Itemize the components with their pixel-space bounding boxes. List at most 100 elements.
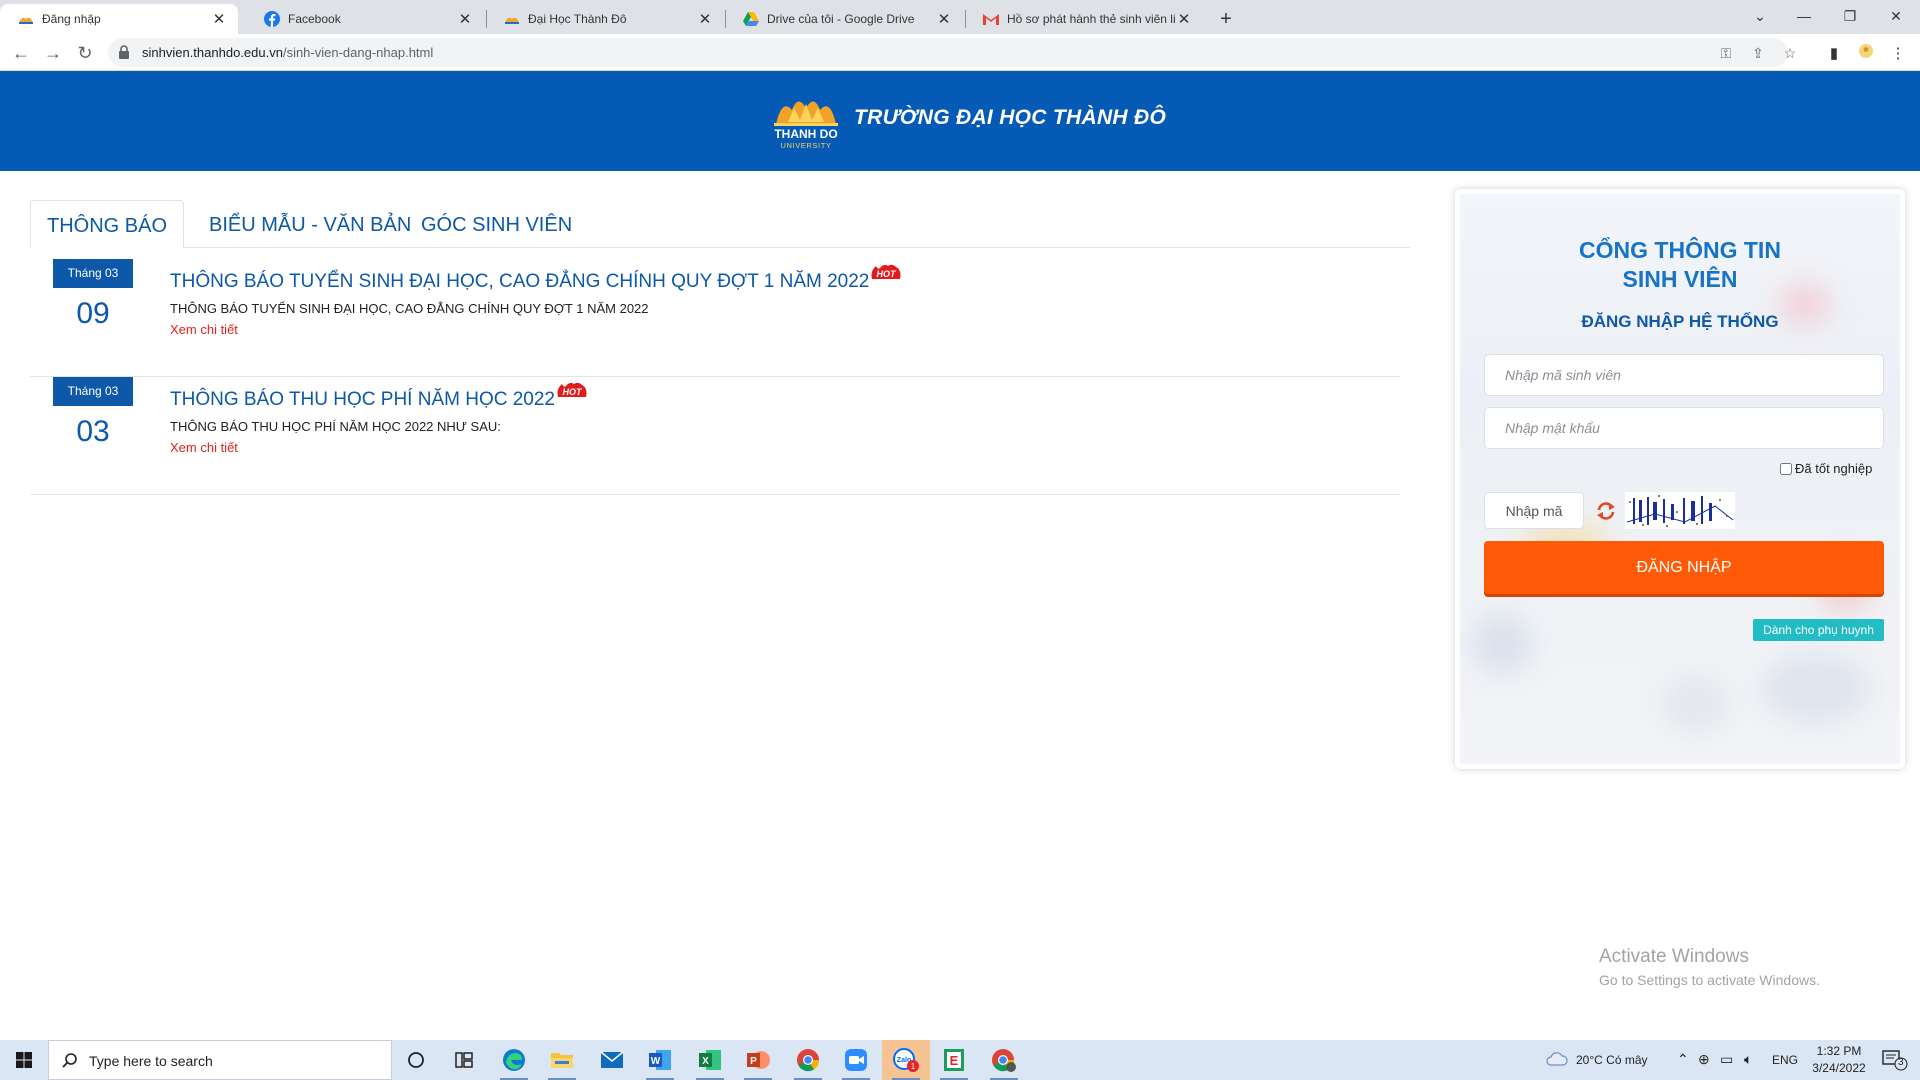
captcha-input[interactable]	[1484, 492, 1584, 529]
activate-windows-watermark: Activate Windows Go to Settings to activ…	[1599, 946, 1820, 988]
search-icon	[62, 1053, 77, 1068]
student-id-input[interactable]	[1484, 354, 1884, 396]
word-icon[interactable]: W	[636, 1040, 684, 1080]
tab-bieu-mau-van-ban[interactable]: BIỂU MẪU - VĂN BẢN	[193, 200, 427, 249]
url-host: sinhvien.thanhdo.edu.vn	[142, 45, 283, 60]
tab-dai-hoc-thanh-do[interactable]: Đại Học Thành Đô ✕	[486, 4, 724, 34]
new-tab-button[interactable]: +	[1214, 7, 1238, 31]
chrome-profile-icon[interactable]	[980, 1040, 1028, 1080]
excel-icon[interactable]: X	[686, 1040, 734, 1080]
share-icon[interactable]: ⇪	[1750, 45, 1766, 61]
close-icon[interactable]: ✕	[1175, 10, 1193, 28]
thanhdo-logo[interactable]: THANH DO UNIVERSITY	[766, 90, 846, 152]
taskbar-search-box[interactable]: Type here to search	[48, 1040, 392, 1080]
windows-taskbar: Type here to search W X P Zalo 1 E 20°C C…	[0, 1040, 1920, 1080]
news-item: Tháng 03 09 THÔNG BÁO TUYỂN SINH ĐẠI HỌC…	[30, 259, 1400, 377]
bookmark-star-icon[interactable]: ☆	[1782, 45, 1798, 61]
news-title-link[interactable]: THÔNG BÁO TUYỂN SINH ĐẠI HỌC, CAO ĐẲNG C…	[170, 264, 902, 293]
thanhdo-logo-icon	[504, 11, 520, 27]
widgets-icon[interactable]	[440, 1040, 488, 1080]
hot-badge-icon: HOT	[557, 382, 587, 397]
task-view-icon[interactable]	[392, 1040, 440, 1080]
close-icon[interactable]: ✕	[935, 10, 953, 28]
tab-thong-bao[interactable]: THÔNG BÁO	[30, 200, 185, 249]
graduated-checkbox[interactable]	[1780, 462, 1792, 475]
address-bar[interactable]: sinhvien.thanhdo.edu.vn/sinh-vien-dang-n…	[108, 38, 1796, 67]
side-panel-icon[interactable]: ▮	[1824, 44, 1844, 64]
language-indicator[interactable]: ENG	[1772, 1053, 1798, 1067]
site-header: THANH DO UNIVERSITY TRƯỜNG ĐẠI HỌC THÀNH…	[0, 71, 1920, 171]
weather-cloud-icon[interactable]	[1546, 1051, 1568, 1067]
news-item: Tháng 03 03 THÔNG BÁO THU HỌC PHÍ NĂM HỌ…	[30, 377, 1400, 495]
thanhdo-logo-icon	[18, 11, 34, 27]
news-title-link[interactable]: THÔNG BÁO THU HỌC PHÍ NĂM HỌC 2022 HOT	[170, 382, 588, 411]
browser-toolbar: ← → ↻ sinhvien.thanhdo.edu.vn/sinh-vien-…	[0, 34, 1920, 71]
powerpoint-icon[interactable]: P	[734, 1040, 782, 1080]
close-icon[interactable]: ✕	[456, 10, 474, 28]
background-decoration	[1760, 654, 1870, 724]
news-day: 09	[76, 297, 110, 330]
reload-icon[interactable]: ↻	[72, 40, 98, 66]
password-input[interactable]	[1484, 407, 1884, 449]
parent-access-button[interactable]: Dành cho phụ huynh	[1753, 619, 1884, 641]
maximize-button[interactable]: ❐	[1828, 4, 1872, 28]
key-icon[interactable]: ⚿	[1718, 45, 1734, 61]
minimize-button[interactable]: —	[1782, 4, 1826, 28]
portal-title: CỔNG THÔNG TIN SINH VIÊN	[1460, 236, 1900, 294]
onedrive-meet-icon[interactable]: ⊕	[1698, 1051, 1710, 1068]
url-path: /sinh-vien-dang-nhap.html	[282, 45, 434, 60]
network-icon[interactable]: ▭	[1720, 1051, 1733, 1068]
hot-badge-text: HOT	[563, 387, 584, 397]
weather-text[interactable]: 20°C Có mây	[1576, 1053, 1648, 1067]
news-date: Tháng 03 03	[53, 377, 133, 449]
lock-icon	[119, 45, 129, 59]
tab-dang-nhap[interactable]: Đăng nhập ✕	[0, 4, 238, 34]
clock-date[interactable]: 3/24/2022	[1808, 1061, 1870, 1075]
tab-title: Đại Học Thành Đô	[528, 12, 627, 26]
start-button[interactable]	[0, 1040, 48, 1080]
site-title: TRƯỜNG ĐẠI HỌC THÀNH ĐÔ	[854, 106, 1167, 129]
news-detail-link[interactable]: Xem chi tiết	[170, 322, 238, 337]
tab-gmail[interactable]: Hồ sơ phát hành thẻ sinh viên liê ✕	[965, 4, 1203, 34]
tab-search-chevron-icon[interactable]: ⌄	[1738, 4, 1782, 28]
evernote-icon[interactable]: E	[930, 1040, 978, 1080]
zalo-icon[interactable]: Zalo 1	[882, 1040, 930, 1080]
notification-count: 3	[1898, 1057, 1904, 1068]
tab-google-drive[interactable]: Drive của tôi - Google Drive ✕	[725, 4, 963, 34]
login-button[interactable]: ĐĂNG NHẬP	[1484, 541, 1884, 594]
edge-icon[interactable]	[490, 1040, 538, 1080]
tab-title: Drive của tôi - Google Drive	[767, 12, 915, 26]
chrome-icon[interactable]	[784, 1040, 832, 1080]
zoom-icon[interactable]	[832, 1040, 880, 1080]
logo-subtext: UNIVERSITY	[780, 141, 831, 150]
tab-facebook[interactable]: Facebook ✕	[246, 4, 484, 34]
graduated-checkbox-label[interactable]: Đã tốt nghiệp	[1780, 461, 1872, 476]
mail-icon[interactable]	[588, 1040, 636, 1080]
news-title-text: THÔNG BÁO THU HỌC PHÍ NĂM HỌC 2022	[170, 389, 555, 410]
close-window-button[interactable]: ✕	[1874, 4, 1918, 28]
background-decoration	[1472, 614, 1532, 674]
close-icon[interactable]: ✕	[210, 10, 228, 28]
news-month: Tháng 03	[53, 259, 133, 288]
svg-text:X: X	[702, 1056, 709, 1067]
tab-title: Đăng nhập	[42, 12, 101, 26]
windows-logo-icon	[16, 1052, 32, 1068]
file-explorer-icon[interactable]	[538, 1040, 586, 1080]
refresh-captcha-icon[interactable]	[1595, 500, 1617, 522]
clock-time[interactable]: 1:32 PM	[1814, 1044, 1864, 1058]
profile-icon[interactable]	[1856, 44, 1876, 64]
close-icon[interactable]: ✕	[696, 10, 714, 28]
back-arrow-icon[interactable]: ←	[8, 40, 34, 66]
forward-arrow-icon[interactable]: →	[40, 40, 66, 66]
url-text: sinhvien.thanhdo.edu.vn/sinh-vien-dang-n…	[142, 45, 433, 60]
watermark-line1: Activate Windows	[1599, 946, 1749, 967]
tray-chevron-up-icon[interactable]: ⌃	[1677, 1051, 1689, 1068]
tab-goc-sinh-vien[interactable]: GÓC SINH VIÊN	[405, 200, 588, 249]
portal-title-line1: CỔNG THÔNG TIN	[1579, 237, 1781, 263]
menu-kebab-icon[interactable]: ⋮	[1888, 44, 1908, 64]
login-subtitle: ĐĂNG NHẬP HỆ THỐNG	[1581, 312, 1779, 331]
watermark-line2: Go to Settings to activate Windows.	[1599, 972, 1820, 988]
volume-icon[interactable]: 🔈︎	[1744, 1051, 1752, 1068]
notification-center-icon[interactable]: 3	[1880, 1048, 1910, 1072]
news-detail-link[interactable]: Xem chi tiết	[170, 440, 238, 455]
